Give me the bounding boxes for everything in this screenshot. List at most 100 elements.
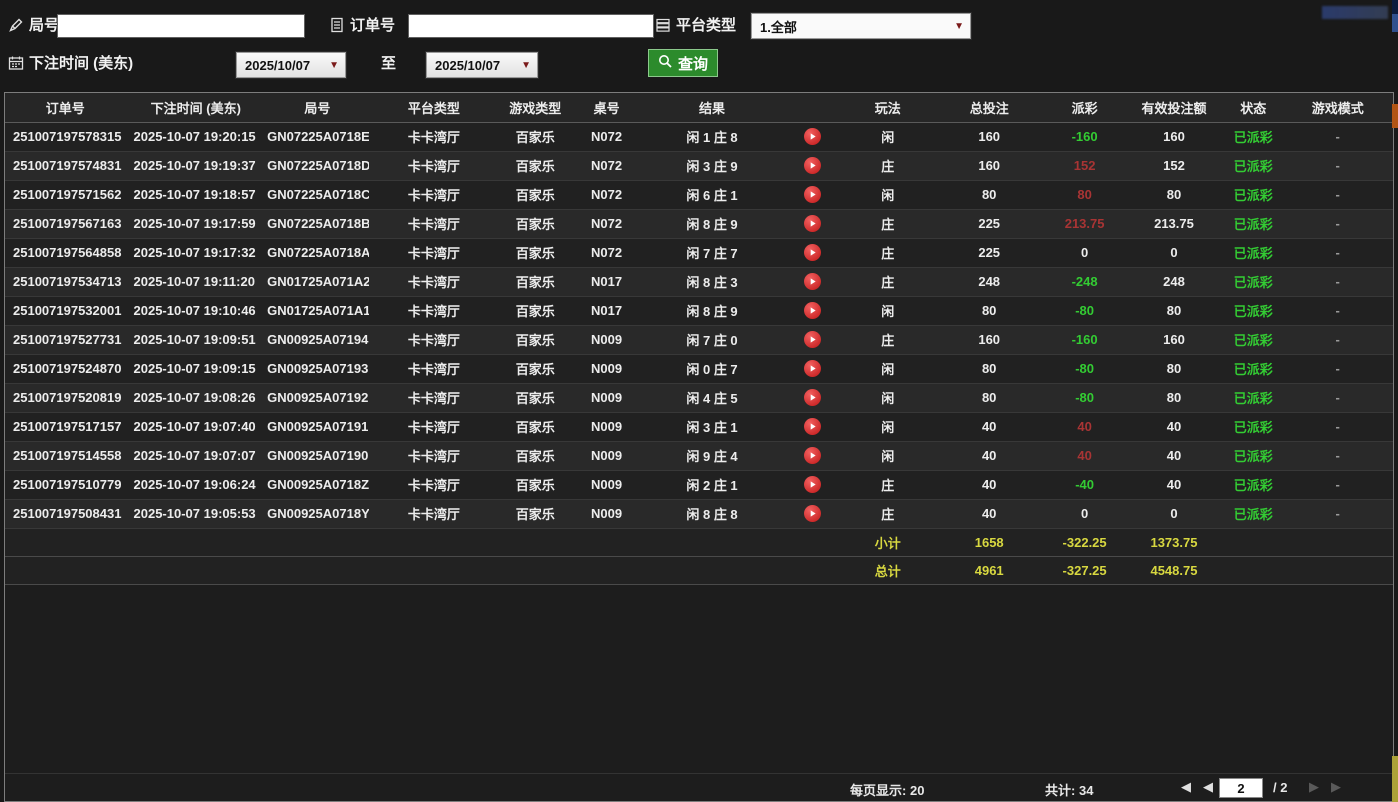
cell-result: 闲 9 庄 4 <box>642 441 783 470</box>
date-to-select[interactable]: 2025/10/07 ▼ <box>426 52 538 78</box>
page-number-input[interactable] <box>1219 778 1263 798</box>
chevron-down-icon: ▼ <box>954 21 964 32</box>
total-bet: 4961 <box>933 556 1045 584</box>
cell-bet-time: 2025-10-07 19:05:53 <box>126 499 267 528</box>
cell-game-mode: - <box>1282 238 1393 267</box>
cell-total-bet: 248 <box>933 267 1045 296</box>
query-button[interactable]: 查询 <box>648 49 718 77</box>
table-row[interactable]: 251007197574831 2025-10-07 19:19:37 GN07… <box>5 151 1393 180</box>
col-header-round: 局号 <box>266 93 368 122</box>
cell-valid-bet: 80 <box>1124 296 1224 325</box>
cell-valid-bet: 0 <box>1124 499 1224 528</box>
cell-platform: 卡卡湾厅 <box>369 296 500 325</box>
table-row[interactable]: 251007197571562 2025-10-07 19:18:57 GN07… <box>5 180 1393 209</box>
cell-round-number: GN00925A07194 <box>266 325 368 354</box>
table-row[interactable]: 251007197564858 2025-10-07 19:17:32 GN07… <box>5 238 1393 267</box>
order-number-label-group: 订单号 <box>329 14 395 35</box>
cell-status: 已派彩 <box>1224 209 1282 238</box>
play-video-icon[interactable] <box>804 447 821 464</box>
page-total-display: / 2 <box>1273 780 1287 795</box>
table-row[interactable]: 251007197524870 2025-10-07 19:09:15 GN00… <box>5 354 1393 383</box>
cell-table-number: N009 <box>571 412 641 441</box>
play-video-icon[interactable] <box>804 157 821 174</box>
cell-platform: 卡卡湾厅 <box>369 325 500 354</box>
table-row[interactable]: 251007197508431 2025-10-07 19:05:53 GN00… <box>5 499 1393 528</box>
cell-result: 闲 1 庄 8 <box>642 122 783 151</box>
play-video-icon[interactable] <box>804 302 821 319</box>
cell-payout: -80 <box>1045 354 1123 383</box>
cell-table-number: N009 <box>571 499 641 528</box>
round-number-input[interactable] <box>57 14 305 38</box>
round-number-label-group: 局号 <box>8 14 59 35</box>
cell-payout: 213.75 <box>1045 209 1123 238</box>
cell-status: 已派彩 <box>1224 180 1282 209</box>
record-count-value: 34 <box>1079 783 1093 798</box>
cell-video <box>782 470 842 499</box>
table-row[interactable]: 251007197514558 2025-10-07 19:07:07 GN00… <box>5 441 1393 470</box>
cell-video <box>782 412 842 441</box>
date-to-value: 2025/10/07 <box>435 58 500 73</box>
play-video-icon[interactable] <box>804 273 821 290</box>
cell-platform: 卡卡湾厅 <box>369 180 500 209</box>
cell-payout: -248 <box>1045 267 1123 296</box>
table-row[interactable]: 251007197517157 2025-10-07 19:07:40 GN00… <box>5 412 1393 441</box>
col-header-table: 桌号 <box>571 93 641 122</box>
cell-total-bet: 40 <box>933 470 1045 499</box>
play-video-icon[interactable] <box>804 476 821 493</box>
cell-video <box>782 267 842 296</box>
background-window-edge <box>1392 14 1398 32</box>
cell-round-number: GN00925A0718Z <box>266 470 368 499</box>
cell-payout: -160 <box>1045 325 1123 354</box>
date-from-select[interactable]: 2025/10/07 ▼ <box>236 52 346 78</box>
play-video-icon[interactable] <box>804 331 821 348</box>
table-row[interactable]: 251007197578315 2025-10-07 19:20:15 GN07… <box>5 122 1393 151</box>
prev-page-icon[interactable]: ◀ <box>1199 779 1217 795</box>
order-number-input[interactable] <box>408 14 654 38</box>
clipped-background-text <box>1322 6 1388 19</box>
first-page-icon[interactable]: ◀ <box>1177 779 1195 795</box>
cell-payout: -80 <box>1045 383 1123 412</box>
col-header-time: 下注时间 (美东) <box>126 93 267 122</box>
table-row[interactable]: 251007197520819 2025-10-07 19:08:26 GN00… <box>5 383 1393 412</box>
cell-game-type: 百家乐 <box>499 296 571 325</box>
play-video-icon[interactable] <box>804 215 821 232</box>
cell-result: 闲 3 庄 9 <box>642 151 783 180</box>
play-video-icon[interactable] <box>804 418 821 435</box>
cell-game-type: 百家乐 <box>499 354 571 383</box>
next-page-icon[interactable]: ▶ <box>1305 779 1323 795</box>
table-row[interactable]: 251007197510779 2025-10-07 19:06:24 GN00… <box>5 470 1393 499</box>
table-row[interactable]: 251007197534713 2025-10-07 19:11:20 GN01… <box>5 267 1393 296</box>
order-number-label: 订单号 <box>350 14 395 35</box>
cell-total-bet: 40 <box>933 499 1045 528</box>
bet-time-label: 下注时间 (美东) <box>29 52 133 73</box>
cell-total-bet: 80 <box>933 180 1045 209</box>
table-row[interactable]: 251007197527731 2025-10-07 19:09:51 GN00… <box>5 325 1393 354</box>
play-video-icon[interactable] <box>804 505 821 522</box>
last-page-icon[interactable]: ▶ <box>1327 779 1345 795</box>
platform-type-select[interactable]: 1.全部 ▼ <box>751 13 971 39</box>
table-row[interactable]: 251007197532001 2025-10-07 19:10:46 GN01… <box>5 296 1393 325</box>
cell-game-mode: - <box>1282 209 1393 238</box>
cell-game-type: 百家乐 <box>499 383 571 412</box>
play-video-icon[interactable] <box>804 186 821 203</box>
table-row[interactable]: 251007197567163 2025-10-07 19:17:59 GN07… <box>5 209 1393 238</box>
play-video-icon[interactable] <box>804 128 821 145</box>
cell-valid-bet: 248 <box>1124 267 1224 296</box>
record-count-display: 共计: 34 <box>1045 780 1093 799</box>
cell-play-type: 庄 <box>843 151 933 180</box>
cell-status: 已派彩 <box>1224 122 1282 151</box>
cell-game-mode: - <box>1282 151 1393 180</box>
cell-valid-bet: 40 <box>1124 412 1224 441</box>
cell-play-type: 闲 <box>843 354 933 383</box>
subtotal-label: 小计 <box>843 528 933 556</box>
cell-round-number: GN00925A07191 <box>266 412 368 441</box>
total-row: 总计 4961 -327.25 4548.75 <box>5 556 1393 584</box>
cell-bet-time: 2025-10-07 19:18:57 <box>126 180 267 209</box>
cell-order-number: 251007197520819 <box>5 383 126 412</box>
cell-result: 闲 6 庄 1 <box>642 180 783 209</box>
play-video-icon[interactable] <box>804 244 821 261</box>
cell-payout: 0 <box>1045 499 1123 528</box>
play-video-icon[interactable] <box>804 360 821 377</box>
cell-game-type: 百家乐 <box>499 470 571 499</box>
play-video-icon[interactable] <box>804 389 821 406</box>
